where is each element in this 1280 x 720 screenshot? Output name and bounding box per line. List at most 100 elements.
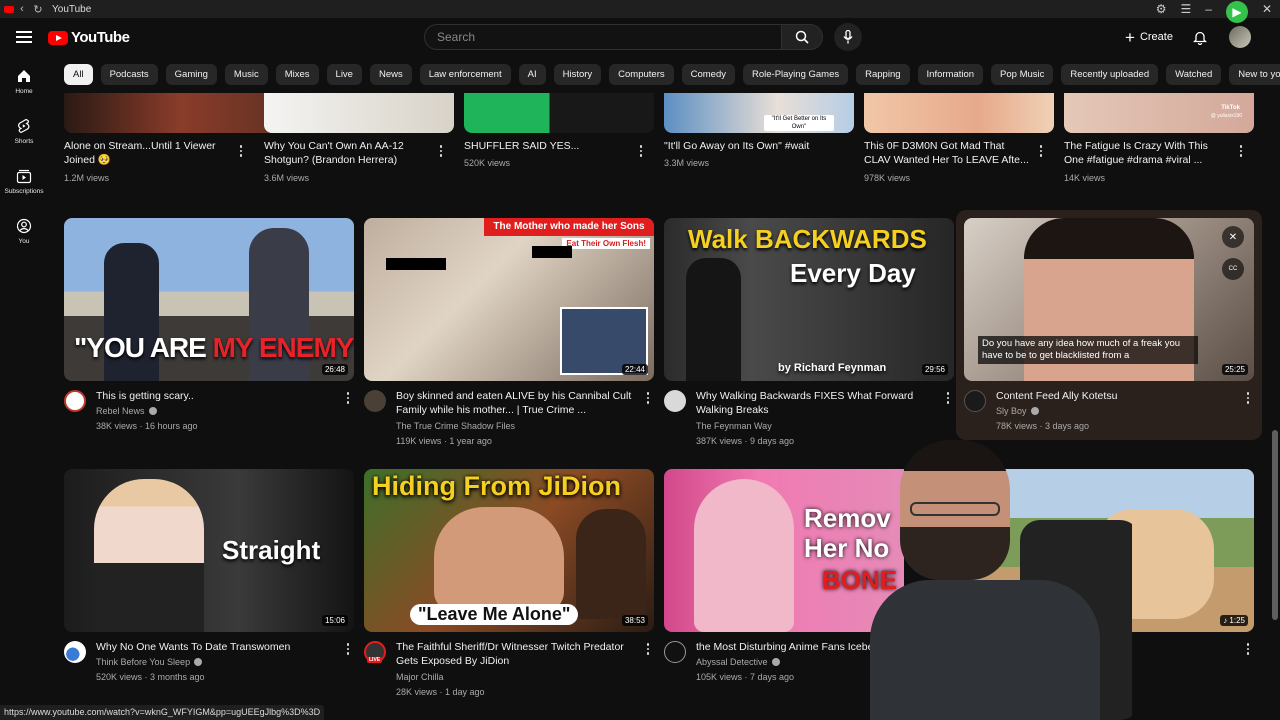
- chip-recently-uploaded[interactable]: Recently uploaded: [1061, 64, 1159, 85]
- search-box[interactable]: [424, 24, 782, 50]
- channel-avatar[interactable]: [664, 390, 686, 412]
- channel-name[interactable]: Abyssal Detective: [696, 655, 780, 669]
- more-actions-icon[interactable]: [943, 389, 953, 407]
- channel-name[interactable]: Sly Boy: [996, 404, 1039, 418]
- more-actions-icon[interactable]: [1236, 142, 1246, 160]
- channel-name[interactable]: The Feynman Way: [696, 419, 772, 433]
- back-icon[interactable]: ‹: [14, 0, 30, 18]
- video-meta: 119K views · 1 year ago: [396, 436, 492, 446]
- more-actions-icon[interactable]: [343, 389, 353, 407]
- sidebar-item-shorts[interactable]: Shorts: [0, 110, 48, 160]
- reload-icon[interactable]: ↻: [30, 0, 46, 18]
- verified-icon: [1030, 407, 1039, 415]
- more-actions-icon[interactable]: [343, 640, 353, 658]
- thumbnail-text: Straight: [222, 535, 321, 565]
- thumbnail-banner: The Mother who made her Sons: [484, 218, 654, 236]
- video-title[interactable]: The Fatigue Is Crazy With This One #fatig…: [1064, 139, 1232, 167]
- channel-name[interactable]: The True Crime Shadow Files: [396, 419, 515, 433]
- sidebar-item-you[interactable]: You: [0, 210, 48, 260]
- account-avatar[interactable]: [1229, 26, 1251, 48]
- chip-computers[interactable]: Computers: [609, 64, 674, 85]
- chip-music[interactable]: Music: [224, 64, 268, 85]
- chip-news[interactable]: News: [369, 64, 412, 85]
- chip-new-to-you[interactable]: New to you: [1229, 64, 1280, 85]
- video-duration: ♪ 1:25: [1220, 615, 1248, 626]
- more-actions-icon[interactable]: [1036, 142, 1046, 160]
- chip-rapping[interactable]: Rapping: [856, 64, 910, 85]
- video-title[interactable]: Boy skinned and eaten ALIVE by his Canni…: [396, 389, 641, 417]
- browser-titlebar: ‹ ↻ YouTube ⚙ ☰ – ▶ ✕: [0, 0, 1280, 23]
- chip-all[interactable]: All: [64, 64, 93, 85]
- more-actions-icon[interactable]: [1243, 389, 1253, 407]
- more-actions-icon[interactable]: [236, 142, 246, 160]
- chip-watched[interactable]: Watched: [1166, 64, 1222, 85]
- video-title[interactable]: Why You Can't Own An AA-12 Shotgun? (Bran…: [264, 139, 424, 167]
- channel-avatar[interactable]: [664, 641, 686, 663]
- more-actions-icon[interactable]: [643, 389, 653, 407]
- channel-avatar[interactable]: [64, 390, 86, 412]
- youtube-logo[interactable]: YouTube: [48, 29, 130, 46]
- video-title[interactable]: Alone on Stream...Until 1 Viewer Joined 🥺: [64, 139, 224, 167]
- chip-mixes[interactable]: Mixes: [275, 64, 319, 85]
- search-button[interactable]: [781, 24, 823, 50]
- chip-history[interactable]: History: [553, 64, 602, 85]
- more-actions-icon[interactable]: [643, 640, 653, 658]
- thumbnail-text: by Richard Feynman: [778, 362, 887, 374]
- video-title[interactable]: "It'll Go Away on Its Own" #wait: [664, 139, 824, 153]
- more-actions-icon[interactable]: [1243, 640, 1253, 658]
- guide-menu-icon[interactable]: [14, 28, 34, 48]
- channel-name[interactable]: Rebel News: [96, 404, 157, 418]
- more-actions-icon[interactable]: [636, 142, 646, 160]
- chip-podcasts[interactable]: Podcasts: [100, 64, 158, 85]
- page-scrollbar[interactable]: [1272, 430, 1278, 620]
- video-thumbnail[interactable]: Remov Her No BONE: [664, 469, 904, 632]
- video-title[interactable]: the Most Disturbing Anime Fans Icebe: [696, 640, 878, 654]
- video-title[interactable]: Content Feed Ally Kotetsu: [996, 389, 1241, 403]
- channel-name[interactable]: Think Before You Sleep: [96, 655, 203, 669]
- chip-gaming[interactable]: Gaming: [165, 64, 217, 85]
- search-input[interactable]: [425, 25, 781, 49]
- captions-icon[interactable]: CC: [1222, 258, 1244, 280]
- channel-avatar[interactable]: [964, 390, 986, 412]
- chip-comedy[interactable]: Comedy: [681, 64, 735, 85]
- browser-menu-icon[interactable]: ☰: [1180, 2, 1191, 16]
- video-title[interactable]: The Faithful Sheriff/Dr Witnesser Twitch…: [396, 640, 641, 668]
- video-thumbnail[interactable]: The Mother who made her Sons Eat Their O…: [364, 218, 654, 381]
- video-thumbnail[interactable]: Walk BACKWARDS Every Day by Richard Feyn…: [664, 218, 954, 381]
- sidebar-item-subscriptions[interactable]: Subscriptions: [0, 160, 48, 210]
- filter-chip-bar: All Podcasts Gaming Music Mixes Live New…: [64, 64, 1280, 85]
- video-duration: 25:25: [1221, 364, 1248, 375]
- video-title[interactable]: This is getting scary..: [96, 389, 341, 403]
- chip-ai[interactable]: AI: [518, 64, 546, 85]
- notifications-button[interactable]: [1190, 27, 1210, 47]
- video-title[interactable]: Why No One Wants To Date Transwomen: [96, 640, 341, 654]
- video-title[interactable]: Why Walking Backwards FIXES What Forward…: [696, 389, 941, 417]
- channel-avatar[interactable]: [64, 641, 86, 663]
- minimize-icon[interactable]: –: [1205, 2, 1212, 16]
- video-meta: 105K views · 7 days ago: [696, 672, 795, 682]
- chip-pop-music[interactable]: Pop Music: [991, 64, 1054, 85]
- video-title[interactable]: This 0F D3M0N Got Mad That CLAV Wanted He…: [864, 139, 1032, 167]
- video-thumbnail[interactable]: Hiding From JiDion "Leave Me Alone" 38:5…: [364, 469, 654, 632]
- video-meta: 38K views · 16 hours ago: [96, 421, 198, 431]
- video-title[interactable]: SHUFFLER SAID YES...: [464, 139, 624, 153]
- create-button[interactable]: + Create: [1118, 24, 1178, 50]
- close-window-icon[interactable]: ✕: [1262, 2, 1272, 16]
- video-thumbnail[interactable]: "YOU ARE MY ENEMY" 26:48: [64, 218, 354, 381]
- bell-icon: [1193, 31, 1207, 45]
- chip-law-enforcement[interactable]: Law enforcement: [419, 64, 511, 85]
- voice-search-button[interactable]: [834, 23, 862, 51]
- chip-information[interactable]: Information: [917, 64, 984, 85]
- sidebar-item-label: Shorts: [14, 138, 34, 145]
- inline-video-preview[interactable]: Do you have any idea how much of a freak…: [964, 218, 1254, 381]
- channel-avatar[interactable]: [364, 390, 386, 412]
- video-thumbnail[interactable]: Straight 15:06: [64, 469, 354, 632]
- mute-icon[interactable]: ✕: [1222, 226, 1244, 248]
- sidebar-item-home[interactable]: Home: [0, 60, 48, 110]
- chip-live[interactable]: Live: [326, 64, 362, 85]
- more-actions-icon[interactable]: [436, 142, 446, 160]
- channel-name[interactable]: Major Chilla: [396, 670, 444, 684]
- sidebar-item-label: You: [18, 238, 30, 245]
- extensions-icon[interactable]: ⚙: [1156, 2, 1167, 16]
- chip-role-playing-games[interactable]: Role-Playing Games: [743, 64, 849, 85]
